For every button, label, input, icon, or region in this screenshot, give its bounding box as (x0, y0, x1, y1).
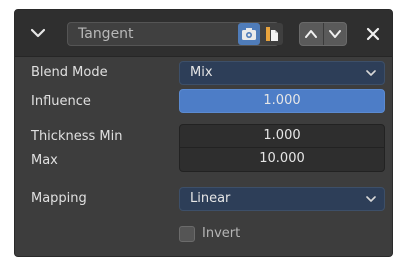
render-toggle-button[interactable] (261, 23, 283, 45)
modifier-name-text: Tangent (78, 26, 134, 42)
mapping-dropdown[interactable]: Linear (179, 187, 385, 211)
thickness-min-field[interactable]: 1.000 (179, 124, 385, 148)
panel-header: Tangent (15, 10, 392, 57)
thickness-max-field[interactable]: 10.000 (179, 148, 385, 172)
influence-value: 1.000 (263, 93, 301, 108)
modifier-panel: Tangent Blend Mode Mix Influence 1.000 T… (14, 9, 393, 257)
move-buttons (299, 22, 347, 46)
blend-mode-value: Mix (190, 65, 213, 80)
chevron-down-icon (366, 70, 376, 76)
influence-slider[interactable]: 1.000 (179, 89, 385, 113)
move-up-button[interactable] (300, 23, 324, 45)
chevron-down-icon (328, 30, 341, 38)
camera-icon (242, 28, 256, 40)
close-icon[interactable] (365, 26, 381, 42)
blend-mode-label: Blend Mode (31, 65, 108, 80)
realtime-toggle-button[interactable] (238, 23, 260, 45)
influence-label: Influence (31, 94, 91, 109)
thickness-max-value: 10.000 (259, 151, 305, 166)
blend-mode-dropdown[interactable]: Mix (179, 61, 385, 85)
chevron-down-icon (366, 196, 376, 202)
move-down-button[interactable] (324, 23, 347, 45)
mapping-value: Linear (190, 191, 231, 206)
thickness-max-label: Max (31, 153, 58, 168)
chevron-up-icon (305, 30, 318, 38)
thickness-min-label: Thickness Min (31, 129, 123, 144)
thickness-min-value: 1.000 (263, 128, 301, 143)
render-icon (266, 27, 278, 41)
mapping-label: Mapping (31, 191, 87, 206)
invert-checkbox[interactable] (179, 226, 195, 242)
invert-label[interactable]: Invert (202, 226, 240, 241)
collapse-chevron-icon[interactable] (31, 26, 45, 40)
